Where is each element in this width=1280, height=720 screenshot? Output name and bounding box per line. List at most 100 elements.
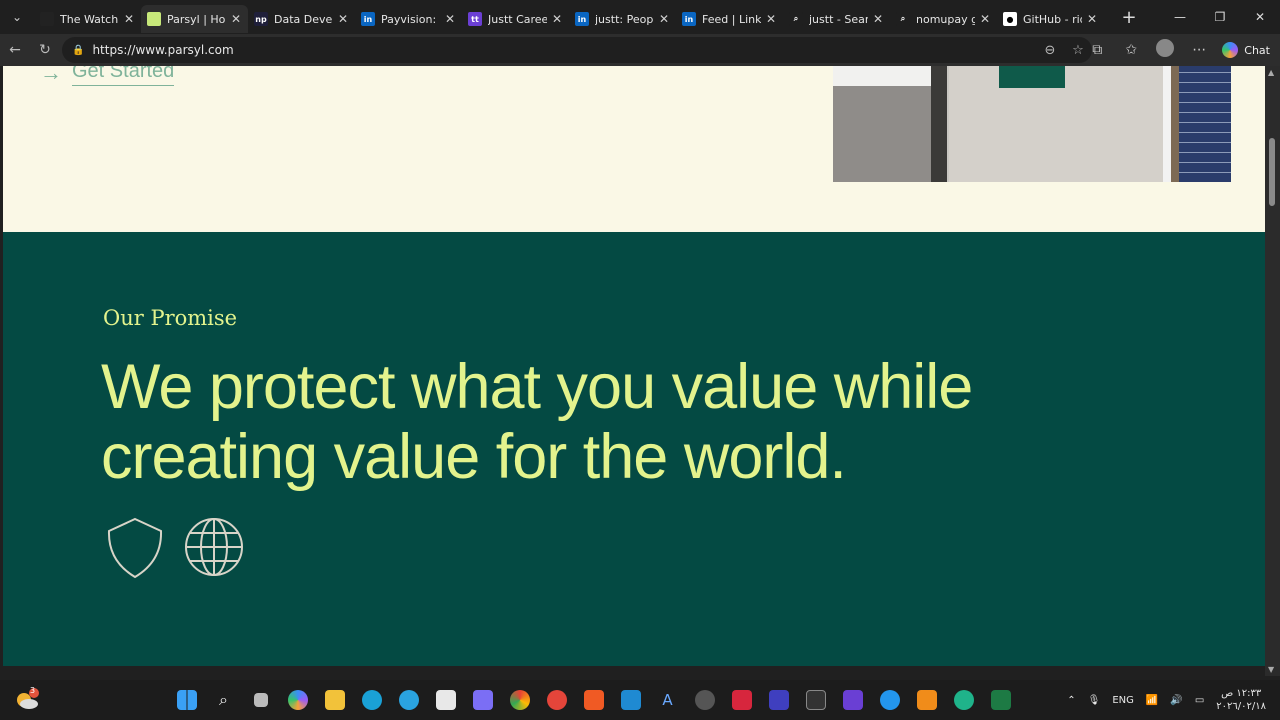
favorites-icon[interactable]: ✩: [1114, 42, 1148, 58]
browser-tab-strip: ⌄ The Watchlist ✕ Parsyl | Home ✕ np Data Dev…: [0, 0, 1280, 34]
brave-icon[interactable]: [575, 680, 612, 720]
microphone-icon[interactable]: 🎙: [1088, 695, 1101, 706]
app-icon[interactable]: [908, 680, 945, 720]
promise-headline: We protect what you value while creating…: [101, 352, 973, 492]
minimize-icon[interactable]: —: [1160, 0, 1200, 34]
copilot-app-icon[interactable]: [279, 680, 316, 720]
task-view-icon[interactable]: [242, 680, 279, 720]
app-icon[interactable]: A: [649, 680, 686, 720]
back-icon[interactable]: ←: [0, 35, 30, 65]
store-icon[interactable]: [427, 680, 464, 720]
reload-icon[interactable]: ↻: [30, 35, 60, 65]
app-icon[interactable]: [834, 680, 871, 720]
weather-icon: [17, 688, 39, 709]
tab-title: GitHub - ridw: [1023, 12, 1082, 26]
tab-close-icon[interactable]: ✕: [765, 12, 777, 26]
language-indicator[interactable]: ENG: [1112, 695, 1134, 706]
browser-tab[interactable]: ● GitHub - ridw ✕: [997, 5, 1104, 33]
vscode-icon[interactable]: [612, 680, 649, 720]
get-started-link[interactable]: → Get Started: [40, 66, 175, 86]
promise-icons: [106, 517, 244, 579]
browser-tab[interactable]: tt Justt Career C ✕: [462, 5, 569, 33]
browser-tab[interactable]: Parsyl | Home ✕: [141, 5, 248, 33]
tab-title: The Watchlist: [60, 12, 119, 26]
search-icon[interactable]: ⌕: [205, 680, 242, 720]
globe-icon: [185, 518, 243, 576]
browser-tab[interactable]: ⌕ nomupay gith ✕: [890, 5, 997, 33]
page-scrollbar[interactable]: ▲ ▼: [1265, 66, 1280, 676]
browser-toolbar: ← ↻ 🔒 https://www.parsyl.com ⊖ ☆ ⧉ ✩ ⋯ C…: [0, 34, 1280, 66]
reading-view-icon[interactable]: ⊖: [1036, 43, 1064, 58]
battery-icon[interactable]: ▭: [1195, 695, 1204, 706]
hero-section: → Get Started: [3, 66, 1265, 232]
app-icon[interactable]: [538, 680, 575, 720]
tab-actions-menu[interactable]: ⌄: [0, 0, 34, 34]
browser-tab[interactable]: in justt: People ✕: [569, 5, 676, 33]
extensions-icon[interactable]: ⧉: [1080, 42, 1114, 58]
arrow-right-icon: →: [40, 66, 62, 85]
tab-title: Parsyl | Home: [167, 12, 226, 26]
tab-list: The Watchlist ✕ Parsyl | Home ✕ np Data Devel…: [34, 1, 1104, 33]
tab-close-icon[interactable]: ✕: [1086, 12, 1098, 26]
app-icon[interactable]: [760, 680, 797, 720]
tab-favicon-icon: [40, 12, 54, 26]
section-kicker: Our Promise: [103, 306, 238, 330]
tab-close-icon[interactable]: ✕: [551, 12, 563, 26]
telegram-icon[interactable]: [390, 680, 427, 720]
browser-tab[interactable]: in Payvision: Pe ✕: [355, 5, 462, 33]
wifi-icon[interactable]: 📶: [1146, 695, 1158, 706]
tab-favicon-icon: in: [361, 12, 375, 26]
tab-favicon-icon: ●: [1003, 12, 1017, 26]
app-icon[interactable]: [464, 680, 501, 720]
shield-icon: [107, 517, 163, 579]
volume-icon[interactable]: 🔊: [1170, 695, 1182, 706]
clock[interactable]: ١٢:٣٣ ص ٢٠٢٦/٠٢/١٨: [1216, 687, 1266, 713]
tab-close-icon[interactable]: ✕: [658, 12, 670, 26]
close-window-icon[interactable]: ✕: [1240, 0, 1280, 34]
tab-title: justt - Search: [809, 12, 868, 26]
tab-close-icon[interactable]: ✕: [444, 12, 456, 26]
tab-favicon-icon: in: [575, 12, 589, 26]
tab-close-icon[interactable]: ✕: [230, 12, 242, 26]
browser-tab[interactable]: in Feed | Linked ✕: [676, 5, 783, 33]
tab-close-icon[interactable]: ✕: [979, 12, 991, 26]
weather-widget[interactable]: 3: [14, 686, 40, 712]
clock-time: ١٢:٣٣ ص: [1221, 688, 1262, 699]
tab-close-icon[interactable]: ✕: [123, 12, 135, 26]
scroll-up-icon[interactable]: ▲: [1268, 68, 1274, 77]
browser-tab[interactable]: np Data Develop ✕: [248, 5, 355, 33]
copilot-chat-button[interactable]: Chat: [1216, 42, 1280, 58]
more-menu-icon[interactable]: ⋯: [1182, 42, 1216, 58]
app-icon[interactable]: [945, 680, 982, 720]
tab-title: nomupay gith: [916, 12, 975, 26]
file-explorer-icon[interactable]: [316, 680, 353, 720]
tab-favicon-icon: ⌕: [896, 12, 910, 26]
tab-title: Data Develop: [274, 12, 333, 26]
copilot-icon: [1222, 42, 1239, 58]
new-tab-button[interactable]: +: [1114, 2, 1144, 32]
app-icon[interactable]: [723, 680, 760, 720]
edge-icon[interactable]: [353, 680, 390, 720]
page-viewport: → Get Started Our Promise We protect wha…: [3, 66, 1265, 666]
tab-close-icon[interactable]: ✕: [337, 12, 349, 26]
profile-avatar[interactable]: [1148, 39, 1182, 61]
address-bar[interactable]: 🔒 https://www.parsyl.com ⊖ ☆: [62, 37, 1092, 63]
promise-section: Our Promise We protect what you value wh…: [3, 232, 1265, 666]
tab-title: Justt Career C: [488, 12, 547, 26]
chrome-icon[interactable]: [501, 680, 538, 720]
browser-tab[interactable]: ⌕ justt - Search ✕: [783, 5, 890, 33]
tab-favicon-icon: ⌕: [789, 12, 803, 26]
browser-tab[interactable]: The Watchlist ✕: [34, 5, 141, 33]
docker-icon[interactable]: [871, 680, 908, 720]
tab-close-icon[interactable]: ✕: [872, 12, 884, 26]
scroll-down-icon[interactable]: ▼: [1268, 665, 1274, 674]
terminal-icon[interactable]: [797, 680, 834, 720]
excel-icon[interactable]: [982, 680, 1019, 720]
chevron-up-icon[interactable]: ⌃: [1067, 695, 1075, 706]
app-icon[interactable]: [686, 680, 723, 720]
restore-icon[interactable]: ❐: [1200, 0, 1240, 34]
site-info-icon[interactable]: 🔒: [72, 45, 84, 56]
url-text: https://www.parsyl.com: [92, 43, 234, 57]
scrollbar-thumb[interactable]: [1269, 138, 1275, 206]
start-icon[interactable]: [168, 680, 205, 720]
